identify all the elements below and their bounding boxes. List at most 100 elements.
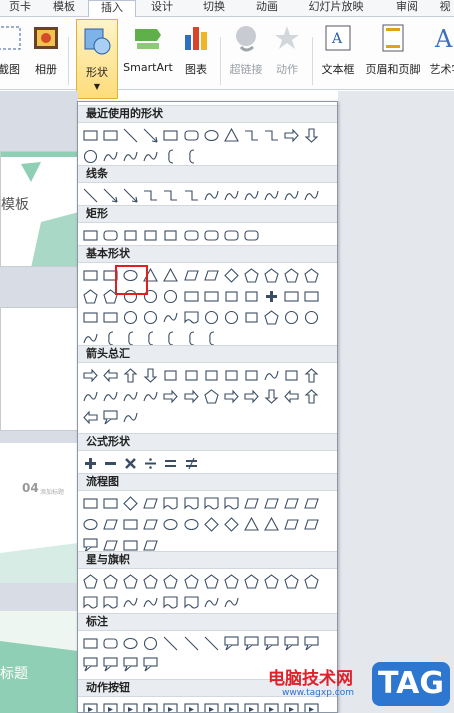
shape-manualop-icon[interactable] — [303, 495, 320, 512]
shape-btn-doc-icon[interactable] — [243, 701, 260, 712]
shape-up-arrow-icon[interactable] — [122, 367, 139, 384]
shape-curve-icon[interactable] — [203, 187, 220, 204]
shape-snip-round-icon[interactable] — [183, 227, 200, 244]
shape-round-diag-icon[interactable] — [243, 227, 260, 244]
shape-halfframe-icon[interactable] — [203, 288, 220, 305]
shape-altprocess-icon[interactable] — [102, 495, 119, 512]
shape-acc2-icon[interactable] — [243, 635, 260, 652]
tab-review-partial[interactable]: 页卡 — [0, 0, 40, 17]
shape-btn-begin-icon[interactable] — [122, 701, 139, 712]
shape-vtextbox-icon[interactable] — [102, 267, 119, 284]
shape-offpage-icon[interactable] — [102, 516, 119, 533]
shape-explosion1-icon[interactable] — [82, 573, 99, 590]
shape-left-arrow-icon[interactable] — [102, 367, 119, 384]
shape-btn-fwd-icon[interactable] — [102, 701, 119, 712]
shape-notched-icon[interactable] — [183, 388, 200, 405]
shape-cloud-callout-icon[interactable] — [82, 148, 99, 165]
shape-textbox-icon[interactable] — [82, 267, 99, 284]
shape-right-arrow-icon[interactable] — [82, 367, 99, 384]
shape-curved-u-icon[interactable] — [122, 388, 139, 405]
textbox-button[interactable]: A 文本框 — [316, 17, 360, 89]
shape-vtextbox-icon[interactable] — [102, 127, 119, 144]
shape-vscroll-icon[interactable] — [162, 594, 179, 611]
shape-snip2-icon[interactable] — [142, 227, 159, 244]
shape-curved-d-icon[interactable] — [142, 388, 159, 405]
shape-btn-movie-icon[interactable] — [223, 701, 240, 712]
shape-zigzag-icon[interactable] — [303, 187, 320, 204]
shape-striped-icon[interactable] — [162, 388, 179, 405]
shape-roundrect-icon[interactable] — [183, 127, 200, 144]
shape-quad-arrow-icon[interactable] — [203, 367, 220, 384]
shape-trapezoid-icon[interactable] — [203, 267, 220, 284]
shape-freeform-icon[interactable] — [263, 187, 280, 204]
shape-triangle-icon[interactable] — [142, 267, 159, 284]
shape-punchtape-icon[interactable] — [142, 516, 159, 533]
shape-teardrop-icon[interactable] — [162, 288, 179, 305]
shape-oval-icon[interactable] — [203, 127, 220, 144]
smartart-button[interactable]: SmartArt — [120, 17, 176, 89]
shape-num8-icon[interactable] — [303, 267, 320, 284]
shape-collate-icon[interactable] — [203, 516, 220, 533]
shape-pie-icon[interactable] — [122, 288, 139, 305]
shape-curve-double-icon[interactable] — [243, 187, 260, 204]
shape-document-icon[interactable] — [203, 495, 220, 512]
shape-star10-icon[interactable] — [223, 573, 240, 590]
tab-design[interactable]: 设计 — [136, 0, 188, 17]
shape-round1-icon[interactable] — [203, 227, 220, 244]
shape-circular-icon[interactable] — [122, 409, 139, 426]
shape-elbow-icon[interactable] — [243, 127, 260, 144]
shape-smiley-icon[interactable] — [203, 309, 220, 326]
shape-star4-icon[interactable] — [122, 573, 139, 590]
shape-elbow-icon[interactable] — [142, 187, 159, 204]
shape-or-icon[interactable] — [183, 516, 200, 533]
shape-star8-icon[interactable] — [203, 573, 220, 590]
shape-arrow-icon[interactable] — [142, 127, 159, 144]
shape-preparation-icon[interactable] — [263, 495, 280, 512]
tab-transitions[interactable]: 切换 — [188, 0, 240, 17]
shape-elbow-arrow-icon[interactable] — [162, 187, 179, 204]
shape-line2-icon[interactable] — [183, 635, 200, 652]
shape-border2-icon[interactable] — [303, 635, 320, 652]
shape-rtriangle-icon[interactable] — [162, 267, 179, 284]
shape-sun-icon[interactable] — [263, 309, 280, 326]
shape-moon-icon[interactable] — [283, 309, 300, 326]
shape-rbrace-icon[interactable] — [183, 148, 200, 165]
shape-lu-arrow-icon[interactable] — [283, 367, 300, 384]
shape-lshape-icon[interactable] — [223, 288, 240, 305]
shape-terminator-icon[interactable] — [243, 495, 260, 512]
shape-star7-icon[interactable] — [183, 573, 200, 590]
shape-callout-l-icon[interactable] — [283, 388, 300, 405]
shape-ribbon-down-icon[interactable] — [102, 594, 119, 611]
shape-snip1-icon[interactable] — [122, 227, 139, 244]
shape-snip-diag-icon[interactable] — [162, 227, 179, 244]
shape-line-icon[interactable] — [122, 127, 139, 144]
chart-button[interactable]: 图表 — [178, 17, 214, 89]
shape-cross-icon[interactable] — [263, 288, 280, 305]
shape-storeddata-icon[interactable] — [283, 516, 300, 533]
shape-ud-arrow-icon[interactable] — [183, 367, 200, 384]
shape-btn-back-icon[interactable] — [82, 701, 99, 712]
shape-diamond-icon[interactable] — [223, 267, 240, 284]
shape-lightning-icon[interactable] — [243, 309, 260, 326]
album-button[interactable]: 相册 — [28, 17, 64, 89]
shape-star24-icon[interactable] — [283, 573, 300, 590]
shape-num7-icon[interactable] — [283, 267, 300, 284]
header-footer-button[interactable]: 页眉和页脚 — [360, 17, 426, 89]
shape-plus-icon[interactable] — [82, 455, 99, 472]
shape-pentagon-icon[interactable] — [243, 267, 260, 284]
shape-uturn-icon[interactable] — [263, 367, 280, 384]
shape-frame-icon[interactable] — [183, 288, 200, 305]
shape-nosymbol-icon[interactable] — [142, 309, 159, 326]
shape-border1-icon[interactable] — [283, 635, 300, 652]
shape-curve-arrow-icon[interactable] — [223, 187, 240, 204]
shape-cube-icon[interactable] — [82, 309, 99, 326]
shape-callout-d-icon[interactable] — [263, 388, 280, 405]
slide-thumbnail-4[interactable]: 标题 — [0, 611, 78, 713]
tab-template[interactable]: 模板 — [40, 0, 88, 17]
hyperlink-button[interactable]: 超链接 — [224, 17, 268, 89]
shape-accb3-icon[interactable] — [142, 656, 159, 673]
shape-arrow-icon[interactable] — [102, 187, 119, 204]
shape-cloud-callout-icon[interactable] — [142, 635, 159, 652]
shape-bent-arrow-icon[interactable] — [243, 367, 260, 384]
slide-thumbnail-1[interactable]: 模板 — [0, 151, 78, 267]
